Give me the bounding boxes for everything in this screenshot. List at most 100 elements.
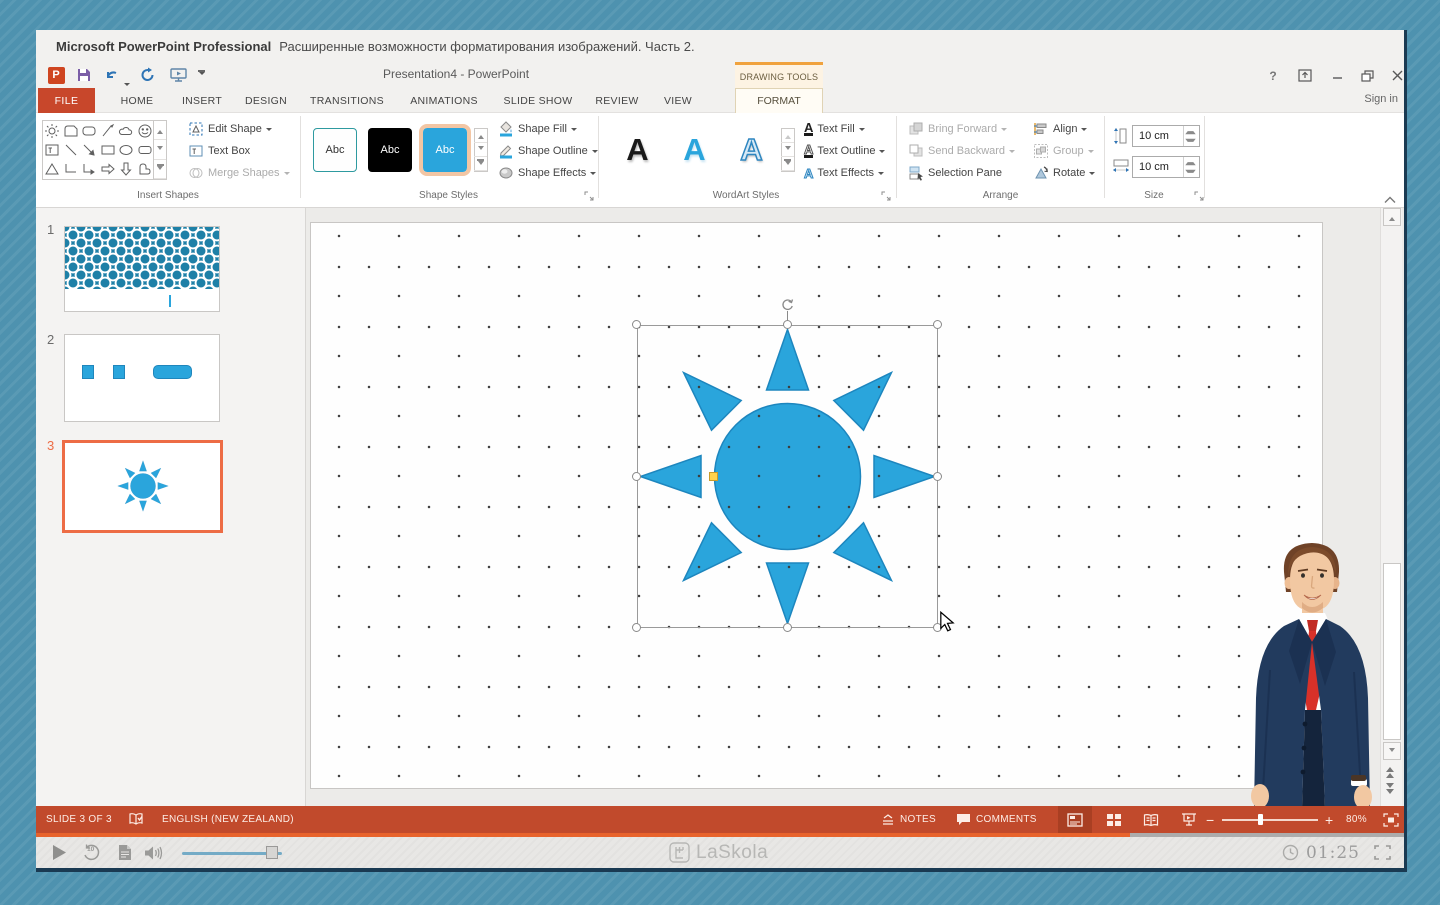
width-spin-up-icon[interactable] [1184,157,1197,167]
help-button[interactable]: ? [1260,66,1286,85]
comments-button[interactable]: COMMENTS [956,806,1037,833]
scrollbar-thumb[interactable] [1383,563,1401,740]
minimize-button[interactable] [1324,66,1350,85]
styles-scroll-up-icon[interactable] [474,129,487,143]
wordart-dialog-launcher-icon[interactable] [881,189,892,200]
tab-file[interactable]: FILE [38,88,95,113]
slide-thumbnail-3-selected[interactable] [62,440,223,533]
zoom-level[interactable]: 80% [1346,806,1367,833]
height-spin-up-icon[interactable] [1184,126,1197,136]
width-spin-down-icon[interactable] [1184,167,1197,177]
zoom-slider-thumb[interactable] [1258,814,1263,825]
start-presentation-icon[interactable] [168,65,188,85]
slide-canvas[interactable] [310,222,1323,789]
slide-thumbnail-1[interactable] [64,226,220,312]
rewind-10-button[interactable]: 10 [82,837,101,868]
selection-handle-nw[interactable] [632,320,641,329]
tab-review[interactable]: REVIEW [584,88,650,113]
tab-transitions[interactable]: TRANSITIONS [298,88,396,113]
tab-view[interactable]: VIEW [650,88,706,113]
selection-handle-e[interactable] [933,472,942,481]
shape-rectangle-icon[interactable] [99,140,118,159]
wordart-tile-2[interactable]: A [667,128,722,172]
selection-handle-n[interactable] [783,320,792,329]
shape-outline-button[interactable]: Shape Outline [498,141,598,161]
fullscreen-button[interactable] [1374,837,1391,868]
shape-freeform-icon[interactable] [136,159,155,178]
shape-effects-button[interactable]: Shape Effects [498,163,596,183]
scroll-down-icon[interactable] [1383,742,1401,760]
volume-button[interactable] [144,837,164,868]
wordart-tile-1[interactable]: A [610,128,665,172]
text-effects-button[interactable]: A Text Effects [804,163,884,183]
shape-style-tile-3-selected[interactable]: Abc [423,128,467,172]
shape-cloud-icon[interactable] [117,121,136,140]
shape-right-arrow-icon[interactable] [99,159,118,178]
shape-sun-icon[interactable] [43,121,62,140]
shape-oval-icon[interactable] [117,140,136,159]
next-slide-icon[interactable] [1386,784,1394,796]
styles-more-icon[interactable] [474,157,487,171]
language-indicator[interactable]: ENGLISH (NEW ZEALAND) [162,806,294,833]
tab-insert[interactable]: INSERT [170,88,234,113]
slide-sorter-view-button[interactable] [1096,806,1130,833]
shape-down-arrow-icon[interactable] [117,159,136,178]
tab-animations[interactable]: ANIMATIONS [396,88,492,113]
shape-style-tile-1[interactable]: Abc [313,128,357,172]
save-icon[interactable] [74,65,94,85]
text-box-button[interactable]: Text Box [188,141,250,161]
shape-smiley-icon[interactable] [136,121,155,140]
gallery-scroll-down-icon[interactable] [154,140,166,159]
shape-rounded-rect2-icon[interactable] [136,140,155,159]
tab-home[interactable]: HOME [104,88,170,113]
scroll-up-icon[interactable] [1383,208,1401,226]
shape-adjust-handle[interactable] [709,472,718,481]
vertical-scrollbar[interactable] [1380,208,1402,806]
volume-slider-handle[interactable] [266,846,278,859]
text-outline-button[interactable]: A Text Outline [804,141,885,161]
collapse-ribbon-icon[interactable] [1384,191,1396,209]
shape-height-input[interactable] [1133,127,1183,145]
shape-style-tile-2[interactable]: Abc [368,128,412,172]
lesson-notes-button[interactable] [118,837,132,868]
zoom-slider-track[interactable] [1222,819,1318,821]
rotate-button[interactable]: Rotate [1033,163,1095,183]
rotation-handle[interactable] [780,297,795,317]
tab-slide-show[interactable]: SLIDE SHOW [492,88,584,113]
gallery-scroll-up-icon[interactable] [154,121,166,140]
align-button[interactable]: Align [1033,119,1087,139]
shape-fill-button[interactable]: Shape Fill [498,119,577,139]
shape-line-icon[interactable] [62,140,81,159]
restore-button[interactable] [1354,66,1380,85]
selection-handle-w[interactable] [632,472,641,481]
previous-slide-icon[interactable] [1386,764,1394,776]
normal-view-button[interactable] [1058,806,1092,833]
shape-rounded-rectangle-icon[interactable] [80,121,99,140]
sign-in-link[interactable]: Sign in [1364,93,1398,105]
slideshow-view-button[interactable] [1172,806,1206,833]
wordart-scroll-up-icon[interactable] [781,129,794,143]
shape-arrow-icon[interactable] [80,140,99,159]
wordart-more-icon[interactable] [781,157,794,171]
undo-icon[interactable] [102,65,122,85]
shape-elbow-arrow-icon[interactable] [80,159,99,178]
shape-styles-dialog-launcher-icon[interactable] [584,189,595,200]
reading-view-button[interactable] [1134,806,1168,833]
redo-icon[interactable] [138,65,158,85]
selection-handle-s[interactable] [783,623,792,632]
wordart-scroll-down-icon[interactable] [781,143,794,157]
zoom-in-button[interactable]: + [1325,806,1333,833]
close-button[interactable] [1384,66,1404,85]
spellcheck-icon[interactable] [128,812,144,832]
selection-handle-sw[interactable] [632,623,641,632]
height-spin-down-icon[interactable] [1184,136,1197,146]
ribbon-display-options-icon[interactable] [1292,66,1318,85]
gallery-more-icon[interactable] [154,160,166,179]
styles-scroll-down-icon[interactable] [474,143,487,157]
wordart-tile-3[interactable]: A [724,128,779,172]
text-fill-button[interactable]: A Text Fill [804,119,865,139]
play-button[interactable] [52,837,67,868]
qat-customize-icon[interactable] [198,70,205,79]
tab-format[interactable]: FORMAT [735,88,823,113]
selection-pane-button[interactable]: Selection Pane [908,163,1002,183]
